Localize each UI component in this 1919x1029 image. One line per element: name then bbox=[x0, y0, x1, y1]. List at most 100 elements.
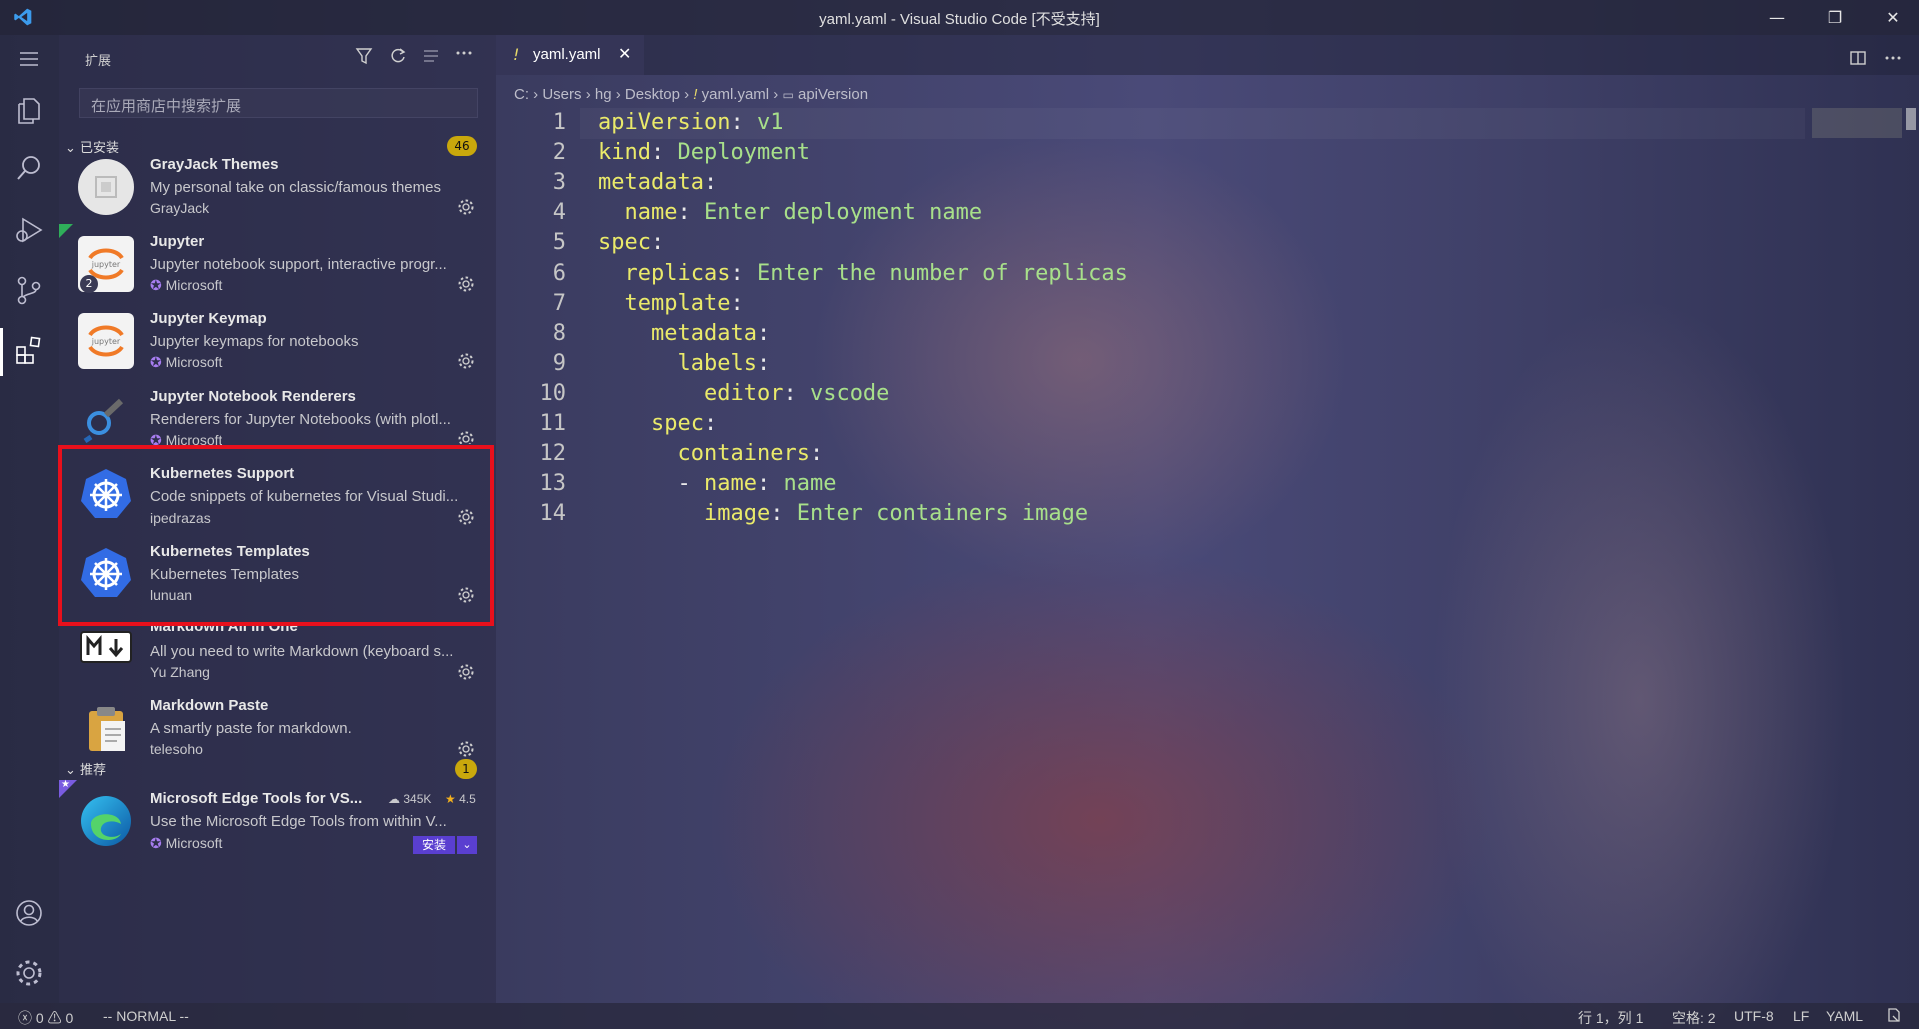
code-line[interactable]: metadata: bbox=[598, 168, 717, 198]
line-number: 3 bbox=[552, 170, 566, 196]
code-line[interactable]: metadata: bbox=[598, 319, 770, 349]
extension-description: Renderers for Jupyter Notebooks (with pl… bbox=[150, 411, 451, 428]
yaml-value: name bbox=[783, 471, 837, 497]
install-dropdown-chevron-icon[interactable]: ⌄ bbox=[457, 836, 477, 854]
encoding[interactable]: UTF-8 bbox=[1734, 1008, 1774, 1024]
extensions-icon[interactable] bbox=[12, 333, 46, 367]
yaml-key: spec bbox=[598, 230, 651, 256]
yaml-value: v1 bbox=[756, 110, 784, 135]
installed-label: 已安装 bbox=[80, 141, 120, 156]
chevron-right-icon: › bbox=[585, 86, 595, 103]
close-window-button[interactable]: ✕ bbox=[1870, 0, 1916, 35]
breadcrumb-item[interactable]: Desktop bbox=[625, 86, 680, 103]
manage-gear-icon[interactable] bbox=[12, 956, 46, 990]
extension-description: My personal take on classic/famous theme… bbox=[150, 179, 441, 196]
code-line[interactable]: containers: bbox=[598, 439, 823, 469]
code-line[interactable]: apiVersion: v1 bbox=[598, 108, 783, 138]
restore-button[interactable]: ❐ bbox=[1812, 0, 1858, 35]
extension-name[interactable]: Jupyter Notebook Renderers bbox=[150, 388, 356, 405]
extension-gear-icon[interactable] bbox=[457, 275, 475, 293]
chevron-right-icon: › bbox=[684, 86, 694, 103]
recommended-section-header[interactable]: ⌄ 推荐 bbox=[65, 759, 106, 778]
extension-gear-icon[interactable] bbox=[457, 198, 475, 216]
extension-name[interactable]: Jupyter Keymap bbox=[150, 310, 267, 327]
cursor-position[interactable]: 行 1，列 1 bbox=[1578, 1008, 1643, 1028]
search-icon[interactable] bbox=[12, 151, 46, 185]
explorer-icon[interactable] bbox=[12, 94, 46, 128]
account-icon[interactable] bbox=[12, 896, 46, 930]
indentation[interactable]: 空格: 2 bbox=[1672, 1008, 1716, 1028]
breadcrumb-item[interactable]: Users bbox=[542, 86, 581, 103]
tab-yaml[interactable]: ! yaml.yaml ✕ bbox=[496, 35, 644, 75]
file-warning-marker: ! bbox=[693, 86, 698, 103]
breadcrumb-item[interactable]: yaml.yaml bbox=[702, 86, 770, 103]
svg-text:jupyter: jupyter bbox=[91, 337, 121, 346]
extension-publisher: Yu Zhang bbox=[150, 664, 210, 680]
extension-name[interactable]: GrayJack Themes bbox=[150, 156, 278, 173]
breadcrumb-item[interactable]: C: bbox=[514, 86, 529, 103]
verified-publisher-icon: ✪ bbox=[150, 354, 162, 370]
source-control-icon[interactable] bbox=[12, 273, 46, 307]
code-line[interactable]: spec: bbox=[598, 409, 717, 439]
yaml-key: metadata bbox=[598, 170, 704, 196]
menu-icon[interactable] bbox=[12, 42, 46, 76]
split-editor-icon[interactable] bbox=[1849, 49, 1867, 71]
code-line[interactable]: editor: vscode bbox=[598, 379, 889, 409]
code-line[interactable]: name: Enter deployment name bbox=[598, 198, 983, 228]
code-line[interactable]: image: Enter containers image bbox=[598, 499, 1088, 529]
code-line[interactable]: spec: bbox=[598, 228, 664, 258]
minimap[interactable] bbox=[1812, 108, 1902, 138]
warning-count: 0 bbox=[65, 1010, 74, 1026]
extension-name[interactable]: Markdown All in One bbox=[150, 626, 298, 635]
chevron-right-icon: › bbox=[615, 86, 625, 103]
yaml-key: containers bbox=[677, 441, 810, 467]
breadcrumb-item[interactable]: apiVersion bbox=[798, 86, 868, 103]
extension-publisher: telesoho bbox=[150, 741, 203, 754]
extension-gear-icon[interactable] bbox=[457, 663, 475, 681]
publisher-name: Microsoft bbox=[165, 277, 223, 293]
extension-name[interactable]: Jupyter bbox=[150, 233, 204, 250]
yaml-key: labels bbox=[677, 350, 757, 376]
editor-scrollbar[interactable] bbox=[1906, 108, 1916, 130]
download-count: ☁ 345K bbox=[388, 792, 431, 806]
yaml-value: Enter the number of replicas bbox=[756, 260, 1128, 286]
yaml-colon: : bbox=[730, 110, 744, 135]
extension-gear-icon[interactable] bbox=[457, 740, 475, 758]
code-line[interactable]: - name: name bbox=[598, 469, 836, 499]
rating: ★ 4.5 bbox=[445, 792, 476, 806]
clear-results-icon[interactable] bbox=[422, 47, 440, 70]
refresh-icon[interactable] bbox=[389, 47, 407, 70]
tab-warning-marker: ! bbox=[513, 45, 520, 64]
extension-name[interactable]: Markdown Paste bbox=[150, 697, 268, 714]
filter-icon[interactable] bbox=[355, 47, 373, 70]
sidebar-title: 扩展 bbox=[85, 54, 112, 69]
yaml-key: replicas bbox=[624, 260, 731, 286]
installed-section-header[interactable]: ⌄ 已安装 bbox=[65, 137, 119, 156]
line-ending[interactable]: LF bbox=[1793, 1008, 1809, 1024]
minimize-button[interactable]: — bbox=[1754, 0, 1800, 35]
code-line[interactable]: replicas: Enter the number of replicas bbox=[598, 259, 1128, 289]
extension-name-clip: Markdown All in One bbox=[150, 626, 298, 638]
code-line[interactable]: kind: Deployment bbox=[598, 138, 810, 168]
feedback-icon[interactable] bbox=[1886, 1007, 1902, 1026]
code-line[interactable]: labels: bbox=[598, 349, 770, 379]
extension-gear-icon[interactable] bbox=[457, 352, 475, 370]
editor-more-actions-icon[interactable] bbox=[1884, 49, 1902, 71]
yaml-colon: : bbox=[756, 350, 771, 376]
extension-name[interactable]: Microsoft Edge Tools for VS... bbox=[150, 790, 362, 807]
code-line[interactable]: template: bbox=[598, 289, 744, 319]
extension-gear-icon[interactable] bbox=[457, 430, 475, 444]
yaml-value: Enter containers image bbox=[796, 501, 1089, 527]
breadcrumb-item[interactable]: hg bbox=[595, 86, 612, 103]
problems-indicator[interactable]: ⓧ 0 ⚠ 0 bbox=[18, 1008, 73, 1028]
close-tab-icon[interactable]: ✕ bbox=[618, 44, 631, 63]
language-mode[interactable]: YAML bbox=[1826, 1008, 1863, 1024]
install-button[interactable]: 安装 bbox=[413, 836, 455, 854]
run-debug-icon[interactable] bbox=[12, 213, 46, 247]
more-actions-icon[interactable] bbox=[455, 44, 473, 67]
extension-publisher: ✪ Microsoft bbox=[150, 835, 222, 852]
